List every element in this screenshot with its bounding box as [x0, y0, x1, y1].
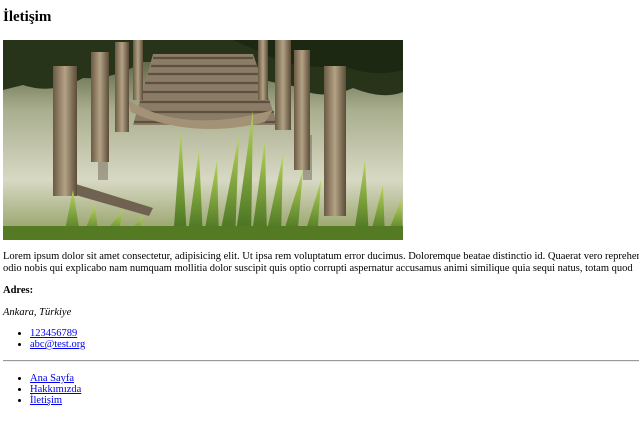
- email-link[interactable]: abc@test.org: [30, 339, 85, 350]
- nav-link-about[interactable]: Hakkımızda: [30, 384, 81, 395]
- nav-link-contact[interactable]: İletişim: [30, 395, 62, 406]
- list-item: Hakkımızda: [30, 384, 81, 395]
- phone-link[interactable]: 123456789: [30, 328, 77, 339]
- address-label: Adres:: [3, 285, 34, 296]
- list-item: Ana Sayfa: [30, 373, 81, 384]
- page-title: İletişim: [3, 9, 52, 25]
- contact-list: 123456789 abc@test.org: [0, 328, 85, 350]
- intro-line-1: Lorem ipsum dolor sit amet consectetur, …: [3, 251, 639, 262]
- footer-nav: Ana Sayfa Hakkımızda İletişim: [0, 373, 81, 406]
- list-item: abc@test.org: [30, 339, 85, 350]
- divider: [3, 360, 639, 362]
- nav-link-home[interactable]: Ana Sayfa: [30, 373, 74, 384]
- intro-paragraph: Lorem ipsum dolor sit amet consectetur, …: [3, 251, 639, 275]
- hero-image: [3, 40, 403, 240]
- address-value: Ankara, Türkiye: [3, 307, 72, 318]
- list-item: 123456789: [30, 328, 85, 339]
- intro-line-2: odio nobis qui explicabo nam numquam mol…: [3, 263, 633, 274]
- contact-page: İletişim Lorem ipsum dolor sit amet cons…: [0, 0, 639, 426]
- list-item: İletişim: [30, 395, 81, 406]
